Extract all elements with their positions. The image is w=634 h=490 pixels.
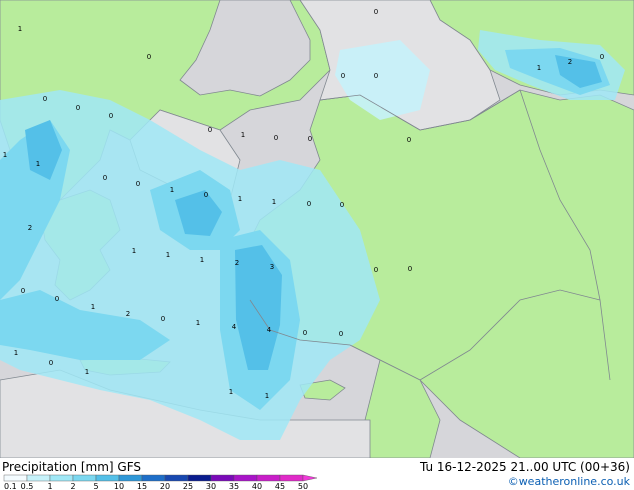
color-scale-tick-label: 40 bbox=[252, 482, 262, 490]
color-scale-swatch bbox=[187, 474, 212, 482]
precipitation-map: 1 0 0 0 0 1 2 0 0 0 0 0 1 0 0 0 1 1 0 0 1 0 1 1 0 0 2 1 1 1 2 3 0 0 0 0 1 2 0 1… bbox=[0, 0, 634, 458]
precip-value-label: 0 bbox=[374, 8, 378, 16]
color-scale-swatch bbox=[72, 474, 97, 482]
precip-value-label: 0 bbox=[147, 53, 151, 61]
precip-value-label: 0 bbox=[307, 200, 311, 208]
precipitation-map-panel: 1000012000001000110010110021112300001201… bbox=[0, 0, 634, 490]
precip-value-label: 0 bbox=[339, 330, 343, 338]
color-scale-swatch bbox=[279, 474, 304, 482]
precip-value-label: 0 bbox=[49, 359, 53, 367]
precip-value-label: 1 bbox=[200, 256, 204, 264]
precip-value-label: 0 bbox=[303, 329, 307, 337]
precip-value-label: 1 bbox=[91, 303, 95, 311]
color-scale-tick-label: 5 bbox=[93, 482, 98, 490]
valid-time: Tu 16-12-2025 21..00 UTC (00+36) bbox=[419, 460, 630, 474]
precip-value-label: 0 bbox=[274, 134, 278, 142]
precip-value-label: 2 bbox=[28, 224, 32, 232]
precip-value-label: 4 bbox=[232, 323, 237, 331]
color-scale-tick-label: 0.5 bbox=[21, 482, 34, 490]
color-scale-tick-label: 2 bbox=[70, 482, 75, 490]
color-scale-tick-label: 15 bbox=[137, 482, 147, 490]
precip-value-label: 0 bbox=[204, 191, 208, 199]
precip-value-label: 0 bbox=[161, 315, 165, 323]
precip-value-label: 0 bbox=[103, 174, 107, 182]
precip-value-label: 0 bbox=[374, 72, 378, 80]
color-scale-swatch bbox=[141, 474, 166, 482]
precip-value-label: 0 bbox=[340, 201, 344, 209]
map-title: Precipitation [mm] GFS bbox=[2, 460, 141, 474]
color-scale-tick-label: 10 bbox=[114, 482, 124, 490]
color-scale-tick-label: 30 bbox=[206, 482, 216, 490]
color-scale-swatch bbox=[3, 474, 28, 482]
legend-title: Precipitation [mm] bbox=[2, 460, 114, 474]
precip-value-label: 0 bbox=[408, 265, 412, 273]
color-scale-tick-label: 45 bbox=[275, 482, 285, 490]
color-scale-swatch bbox=[164, 474, 189, 482]
precip-value-label: 0 bbox=[55, 295, 59, 303]
precip-value-label: 2 bbox=[568, 58, 572, 66]
precip-value-label: 1 bbox=[14, 349, 18, 357]
color-scale-swatch bbox=[233, 474, 258, 482]
precip-value-label: 0 bbox=[600, 53, 604, 61]
precip-value-label: 1 bbox=[3, 151, 7, 159]
color-scale-swatch bbox=[49, 474, 74, 482]
color-scale-swatch bbox=[256, 474, 281, 482]
color-scale-tick-label: 0.1 bbox=[4, 482, 17, 490]
precip-value-label: 1 bbox=[85, 368, 89, 376]
precip-value-label: 3 bbox=[270, 263, 274, 271]
precip-value-label: 1 bbox=[229, 388, 233, 396]
precip-value-label: 0 bbox=[76, 104, 80, 112]
precip-value-label: 0 bbox=[208, 126, 212, 134]
color-scale-tick-label: 50 bbox=[298, 482, 308, 490]
precip-value-label: 1 bbox=[238, 195, 242, 203]
precip-value-label: 1 bbox=[265, 392, 269, 400]
precip-value-label: 1 bbox=[18, 25, 22, 33]
precip-value-label: 0 bbox=[308, 135, 312, 143]
precip-value-label: 1 bbox=[36, 160, 40, 168]
precip-value-label: 0 bbox=[136, 180, 140, 188]
precip-value-label: 1 bbox=[272, 198, 276, 206]
precip-value-label: 1 bbox=[241, 131, 245, 139]
model-name: GFS bbox=[117, 460, 141, 474]
credit-link[interactable]: ©weatheronline.co.uk bbox=[508, 475, 630, 488]
precip-value-label: 1 bbox=[196, 319, 200, 327]
precip-value-label: 0 bbox=[21, 287, 25, 295]
precip-value-label: 2 bbox=[126, 310, 130, 318]
precip-value-label: 4 bbox=[267, 326, 272, 334]
color-scale-arrow bbox=[302, 474, 318, 482]
legend-bar: Precipitation [mm] GFS Tu 16-12-2025 21.… bbox=[0, 458, 634, 490]
color-scale-tick-label: 20 bbox=[160, 482, 170, 490]
color-scale-tick-label: 25 bbox=[183, 482, 193, 490]
color-scale-tick-label: 1 bbox=[47, 482, 52, 490]
color-scale: 0.1 0.5 1 2 5 10 15 20 25 30 35 40 45 50 bbox=[3, 474, 318, 490]
precip-value-label: 0 bbox=[43, 95, 47, 103]
precip-value-label: 1 bbox=[537, 64, 541, 72]
color-scale-tick-label: 35 bbox=[229, 482, 239, 490]
color-scale-swatch bbox=[118, 474, 143, 482]
precip-value-label: 0 bbox=[341, 72, 345, 80]
precip-value-label: 0 bbox=[109, 112, 113, 120]
precip-value-label: 0 bbox=[407, 136, 411, 144]
precip-value-label: 1 bbox=[170, 186, 174, 194]
color-scale-swatch bbox=[210, 474, 235, 482]
precip-value-label: 2 bbox=[235, 259, 239, 267]
precip-value-label: 0 bbox=[374, 266, 378, 274]
precip-value-label: 1 bbox=[166, 251, 170, 259]
precip-value-label: 1 bbox=[132, 247, 136, 255]
color-scale-swatch bbox=[26, 474, 51, 482]
color-scale-swatch bbox=[95, 474, 120, 482]
